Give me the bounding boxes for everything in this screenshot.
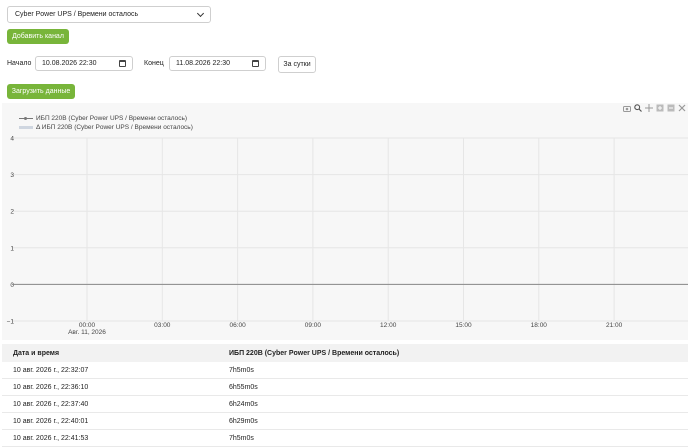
- y-tick-label: −1: [7, 319, 15, 326]
- table-row: 10 авг. 2026 г., 22:41:53 7h5m0s: [2, 430, 688, 447]
- y-tick-label: 3: [10, 172, 14, 179]
- table-cell-datetime: 10 авг. 2026 г., 22:36:10: [13, 384, 89, 391]
- y-tick-label: 2: [10, 209, 14, 216]
- table-cell-value: 6h24m0s: [229, 401, 258, 408]
- table-header-datetime: Дата и время: [13, 350, 60, 357]
- y-tick-label: 4: [10, 136, 14, 143]
- table-row: 10 авг. 2026 г., 22:37:40 6h24m0s: [2, 396, 688, 413]
- table-cell-value: 7h5m0s: [229, 367, 254, 374]
- data-table: Дата и время ИБП 220В (Cyber Power UPS /…: [2, 344, 688, 448]
- y-tick-label: 1: [10, 245, 14, 252]
- table-cell-value: 6h55m0s: [229, 384, 258, 391]
- table-cell-datetime: 10 авг. 2026 г., 22:41:53: [13, 435, 89, 442]
- x-tick-label: 15:00: [455, 322, 472, 329]
- table-cell-datetime: 10 авг. 2026 г., 22:40:01: [13, 418, 89, 425]
- x-tick-label: 12:00: [380, 322, 397, 329]
- table-cell-value: 7h5m0s: [229, 435, 254, 442]
- x-tick-label: 00:00: [79, 322, 96, 329]
- table-cell-value: 6h29m0s: [229, 418, 258, 425]
- x-date-label: Авг. 11, 2026: [68, 329, 106, 336]
- x-tick-label: 09:00: [305, 322, 322, 329]
- table-cell-datetime: 10 авг. 2026 г., 22:37:40: [13, 401, 89, 408]
- y-tick-label: 0: [10, 282, 14, 289]
- x-tick-label: 03:00: [154, 322, 171, 329]
- table-cell-datetime: 10 авг. 2026 г., 22:32:07: [13, 367, 89, 374]
- table-header-row: Дата и время ИБП 220В (Cyber Power UPS /…: [2, 344, 688, 362]
- x-tick-label: 18:00: [531, 322, 548, 329]
- table-row: 10 авг. 2026 г., 22:40:01 6h29m0s: [2, 413, 688, 430]
- x-tick-label: 21:00: [606, 322, 623, 329]
- table-row: 10 авг. 2026 г., 22:32:07 7h5m0s: [2, 362, 688, 379]
- table-header-value: ИБП 220В (Cyber Power UPS / Времени оста…: [229, 350, 400, 357]
- table-row: 10 авг. 2026 г., 22:36:10 6h55m0s: [2, 379, 688, 396]
- x-tick-label: 06:00: [229, 322, 246, 329]
